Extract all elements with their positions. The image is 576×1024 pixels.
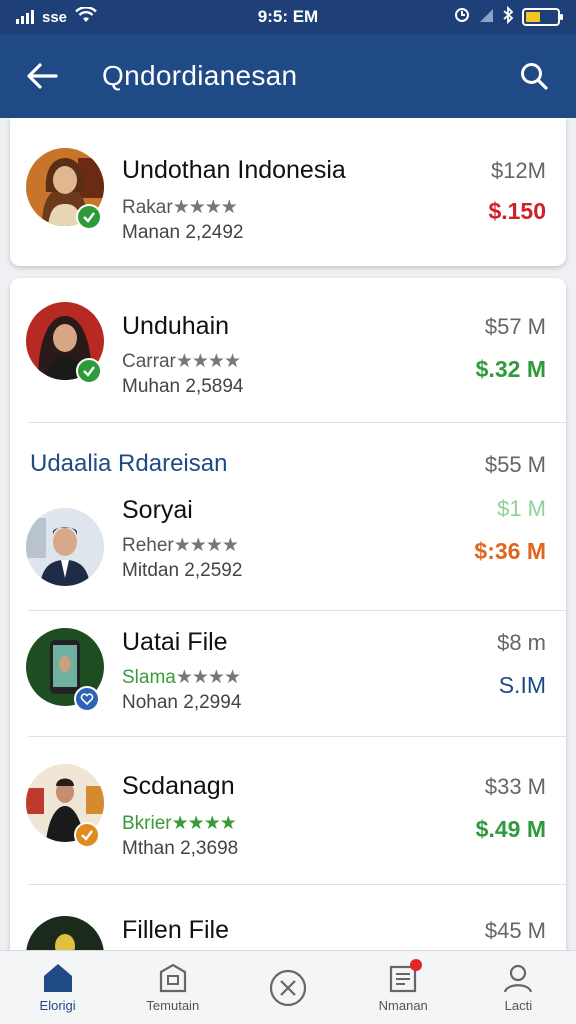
- nav-label: Nmanan: [378, 998, 428, 1013]
- result-amount-top: $12M: [490, 158, 546, 183]
- verified-badge: [76, 358, 102, 384]
- item-sub-label: Carrar: [122, 351, 176, 372]
- box-icon: [159, 963, 186, 993]
- divider: [28, 422, 566, 423]
- item-amount-top: $45 M: [484, 918, 546, 943]
- section-header: Udaalia Rdareisan: [30, 450, 228, 477]
- arrow-left-icon: [27, 63, 58, 89]
- item-meta: Muhan 2,5894: [122, 376, 244, 397]
- item-subtitle: Carrar★★★★: [122, 350, 241, 373]
- battery-icon: [522, 8, 563, 26]
- status-bar: sse 9:5: EM: [0, 0, 576, 34]
- item-sub-label: Bkrier: [122, 813, 172, 834]
- alarm-icon: [454, 7, 470, 28]
- divider: [28, 610, 566, 611]
- item-amount-bottom: $.49 M: [475, 816, 546, 842]
- carrier-label: sse: [42, 8, 68, 26]
- item-subtitle: Bkrier★★★★: [122, 812, 237, 835]
- nav-home[interactable]: Elorigi: [0, 951, 115, 1024]
- close-circle-icon: [269, 969, 307, 1006]
- check-icon: [83, 366, 95, 377]
- list-item[interactable]: Scdanagn Bkrier★★★★ Mthan 2,3698 $33 M $…: [10, 738, 566, 878]
- status-left: sse: [16, 5, 97, 28]
- nav-label: Temutain: [146, 998, 200, 1013]
- item-amount-bottom: $.32 M: [475, 356, 546, 382]
- item-subtitle: Reher★★★★: [122, 534, 239, 557]
- home-icon: [43, 964, 72, 992]
- nav-documents[interactable]: Nmanan: [346, 951, 461, 1024]
- top-result-card[interactable]: Undothan Indonesia Rakar★★★★ Manan 2,249…: [10, 118, 566, 266]
- item-amount-top: $8 m: [497, 630, 546, 655]
- rating-stars: ★★★★: [175, 667, 241, 688]
- item-name: Scdanagn: [122, 772, 235, 800]
- shield-badge: [74, 686, 100, 712]
- result-meta: Manan 2,2492: [122, 222, 244, 243]
- results-list-card: Unduhain Carrar★★★★ Muhan 2,5894 $57 M $…: [10, 278, 566, 1024]
- nav-center[interactable]: [230, 951, 345, 1024]
- nav-label: Elorigi: [39, 998, 76, 1013]
- check-icon: [81, 830, 93, 841]
- result-sub-label: Rakar: [122, 197, 173, 218]
- item-amount-bottom: $:36 M: [474, 538, 546, 564]
- result-name: Undothan Indonesia: [122, 156, 346, 184]
- status-right: [454, 5, 563, 29]
- item-amount-bottom: S.IM: [498, 672, 546, 698]
- rating-stars: ★★★★: [172, 197, 238, 218]
- item-amount-top: $57 M: [484, 314, 546, 339]
- app-bar: Qndordianesan: [0, 34, 576, 118]
- nav-label: Lacti: [504, 998, 533, 1013]
- check-icon: [83, 212, 95, 223]
- nav-profile[interactable]: Lacti: [461, 951, 576, 1024]
- divider: [28, 736, 566, 737]
- wifi-icon: [75, 5, 97, 28]
- list-item[interactable]: Unduhain Carrar★★★★ Muhan 2,5894 $57 M $…: [10, 278, 566, 418]
- item-meta: Mthan 2,3698: [122, 838, 239, 859]
- result-amount-bottom: $.150: [488, 198, 546, 224]
- section-amount: $55 M: [484, 452, 546, 477]
- user-icon: [504, 964, 533, 993]
- item-name: Soryai: [122, 496, 193, 524]
- notification-dot: [409, 959, 422, 971]
- verified-badge: [76, 204, 102, 230]
- search-icon: [521, 63, 548, 90]
- bottom-nav: Elorigi Temutain Nmanan Lacti: [0, 950, 576, 1024]
- rating-stars: ★★★★: [173, 535, 239, 556]
- item-meta: Nohan 2,2994: [122, 692, 242, 713]
- item-meta: Mitdan 2,2592: [122, 560, 243, 581]
- nav-inbox[interactable]: Temutain: [115, 951, 230, 1024]
- rating-stars: ★★★★: [171, 813, 237, 834]
- signal-strength-icon: [478, 7, 494, 28]
- bluetooth-icon: [502, 5, 514, 29]
- item-amount-top: $1 M: [497, 496, 546, 521]
- item-name: Fillen File: [122, 916, 229, 944]
- list-item[interactable]: Uatai File Slama★★★★ Nohan 2,2994 $8 m S…: [10, 612, 566, 734]
- divider: [28, 884, 566, 885]
- avatar: [26, 508, 104, 586]
- result-subtitle: Rakar★★★★: [122, 196, 238, 219]
- item-amount-top: $33 M: [484, 774, 546, 799]
- back-button[interactable]: [22, 56, 62, 96]
- item-subtitle: Slama★★★★: [122, 666, 241, 689]
- item-name: Uatai File: [122, 628, 228, 656]
- heart-icon: [80, 693, 94, 706]
- list-item[interactable]: Soryai Reher★★★★ Mitdan 2,2592 $1 M $:36…: [10, 478, 566, 598]
- item-sub-label: Reher: [122, 535, 174, 556]
- item-name: Unduhain: [122, 312, 230, 340]
- status-badge: [74, 822, 100, 848]
- item-sub-label: Slama: [122, 667, 176, 688]
- rating-stars: ★★★★: [175, 351, 241, 372]
- signal-icon: [16, 10, 34, 24]
- page-title: Qndordianesan: [102, 60, 298, 91]
- search-button[interactable]: [514, 56, 554, 96]
